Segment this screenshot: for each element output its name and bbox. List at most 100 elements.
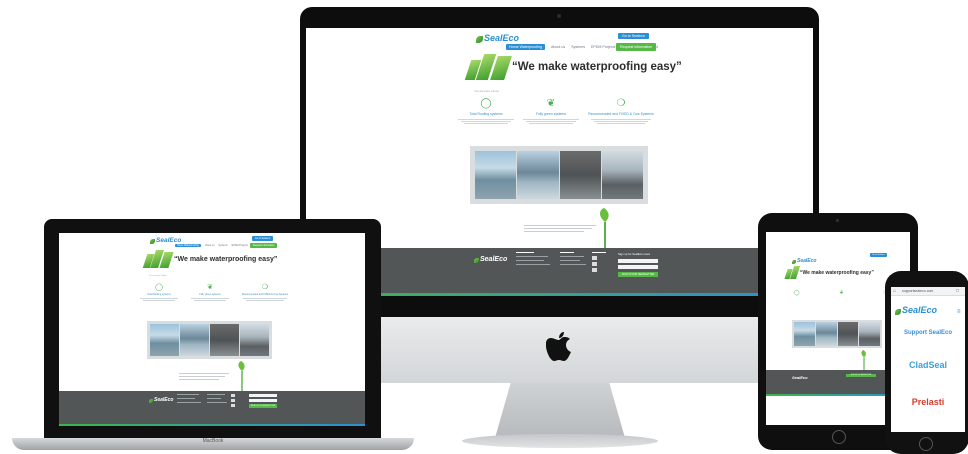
leaf-icon: ❍ (261, 284, 269, 291)
nav-about[interactable]: About us (205, 244, 214, 247)
newsletter-email-input[interactable] (618, 265, 658, 269)
phone-address-bar[interactable]: ⌂ supportsealeco.com □ (891, 287, 965, 296)
site-footer: SealEco SIGN UP FOR NEWSLETTER (59, 391, 365, 426)
newsletter-email-input[interactable] (249, 399, 277, 402)
project-photo[interactable] (601, 151, 643, 199)
feature-row: ◯ ❦ ❍ (794, 290, 888, 296)
newsletter-signup-button[interactable]: SIGN UP FOR NEWSLETTER (249, 404, 277, 408)
breadcrumb: You are here: Home (474, 89, 499, 93)
hero-tagline: “We make waterproofing easy” (512, 61, 682, 73)
hero-tagline: “We make waterproofing easy” (174, 255, 278, 263)
intro-text (524, 225, 596, 232)
imac-screen: SealEco Home Waterproofing About us Syst… (306, 28, 813, 296)
phone-home-button[interactable] (919, 437, 933, 451)
hero-graphic (464, 54, 512, 80)
sprout-icon (238, 361, 245, 391)
project-photo[interactable] (837, 322, 859, 346)
nav-projects[interactable]: EPDM Projects (232, 244, 248, 247)
leaves-icon: ❦ (839, 290, 844, 296)
project-photo[interactable] (794, 322, 815, 346)
goto-sealeco-button[interactable]: Go to Sealeco (618, 33, 649, 39)
logo-text: SealEco (797, 258, 817, 264)
feature-3-title: Recommended and FIXED & Cow Systems (241, 293, 289, 296)
hero-banner: “We make waterproofing easy” (464, 54, 682, 80)
hero-banner: “We make waterproofing easy” (142, 250, 278, 268)
feature-row: ◯ Total Roofing systems ❦ Fully green sy… (456, 98, 656, 124)
linkedin-icon[interactable] (231, 404, 235, 407)
project-photo[interactable] (180, 324, 209, 356)
nav-systems[interactable]: Systems (571, 44, 585, 50)
sprout-icon (861, 350, 866, 372)
newsletter-name-input[interactable] (249, 394, 277, 397)
project-photo[interactable] (150, 324, 179, 356)
project-photo[interactable] (210, 324, 239, 356)
browser-home-icon[interactable]: ⌂ (893, 288, 896, 294)
site-logo[interactable]: SealEco (150, 237, 181, 244)
feature-1-title: Total Roofing systems (469, 112, 503, 116)
facebook-icon[interactable] (592, 256, 597, 260)
project-photos (792, 320, 882, 348)
apple-logo-icon (546, 332, 571, 361)
imac-foot (462, 434, 658, 448)
feature-1: ◯ Total Roofing systems (456, 98, 516, 124)
project-photo[interactable] (240, 324, 269, 356)
footer-logo-text: SealEco (154, 397, 174, 403)
footer-logo-text: SealEco (792, 375, 808, 380)
nav-systems[interactable]: Systems (218, 244, 227, 247)
browser-tabs-icon[interactable]: □ (956, 288, 959, 294)
newsletter-signup-button[interactable]: SIGN UP FOR NEWSLETTER (618, 272, 658, 277)
project-photo[interactable] (859, 322, 880, 346)
project-photo[interactable] (475, 151, 517, 199)
logo-text: SealEco (156, 237, 182, 244)
leaves-icon: ❦ (207, 284, 213, 291)
phone-logo-text: SealEco (902, 305, 938, 315)
macbook-screen: SealEco Home Waterproofing About us Syst… (59, 233, 365, 426)
site-logo[interactable]: SealEco (792, 258, 816, 264)
feature-2: ❦ Fully green systems (521, 98, 581, 124)
feature-3: ❍ Recommended and FIXED & Cow Systems (586, 98, 656, 124)
feature-3-title: Recommended and FIXED & Cow Systems (588, 112, 654, 116)
link-support-sealeco[interactable]: Support SealEco (891, 330, 965, 336)
project-photo[interactable] (815, 322, 837, 346)
footer-subscribe-label: Sign up for SealEco news (618, 252, 651, 256)
feature-2-title: Fully green systems (535, 112, 567, 116)
newsletter-signup-button[interactable]: SIGN UP FOR NEWSLETTER (846, 374, 876, 377)
nav-home[interactable]: Home Waterproofing (506, 44, 546, 50)
request-info-button[interactable]: Request information (250, 243, 278, 248)
breadcrumb: You are here: Home (149, 275, 167, 277)
footer-logo: SealEco (474, 256, 507, 263)
twitter-icon[interactable] (231, 399, 235, 402)
sprout-icon (600, 208, 609, 250)
logo-text: SealEco (484, 33, 520, 43)
link-prelasti[interactable]: Prelasti (891, 397, 965, 407)
menu-icon[interactable]: ≡ (957, 309, 961, 315)
project-photos (470, 146, 648, 204)
site-logo[interactable]: SealEco (476, 33, 519, 43)
feature-2-title: Fully green systems (199, 293, 221, 296)
request-info-button[interactable]: Request information (616, 43, 657, 51)
newsletter-name-input[interactable] (618, 259, 658, 263)
ipad-home-button[interactable] (832, 430, 846, 444)
imac-camera (557, 14, 561, 18)
nav-about[interactable]: About us (551, 44, 565, 50)
goto-sealeco-button[interactable]: Go to Sealeco (252, 236, 274, 241)
nav-projects[interactable]: EPDM Projects (591, 44, 615, 50)
footer-logo: SealEco (792, 375, 808, 380)
link-cladseal[interactable]: CladSeal (891, 360, 965, 370)
feature-1-title: Total Roofing systems (147, 293, 171, 296)
leaf-icon: ❍ (616, 98, 626, 109)
phone-url: supportsealeco.com (902, 289, 934, 293)
macbook-label: MacBook (202, 438, 224, 444)
hero-tagline: “We make waterproofing easy” (800, 269, 874, 276)
footer-logo-text: SealEco (480, 256, 508, 263)
leaves-icon: ❦ (546, 98, 556, 109)
nav-home[interactable]: Home Waterproofing (175, 244, 201, 247)
linkedin-icon[interactable] (592, 268, 597, 272)
goto-sealeco-button[interactable]: Go to Sealeco (870, 253, 887, 257)
facebook-icon[interactable] (231, 394, 235, 397)
phone-logo[interactable]: SealEco (895, 305, 937, 315)
footer-logo: SealEco (149, 397, 173, 403)
project-photo[interactable] (559, 151, 601, 199)
twitter-icon[interactable] (592, 262, 597, 266)
project-photo[interactable] (517, 151, 559, 199)
